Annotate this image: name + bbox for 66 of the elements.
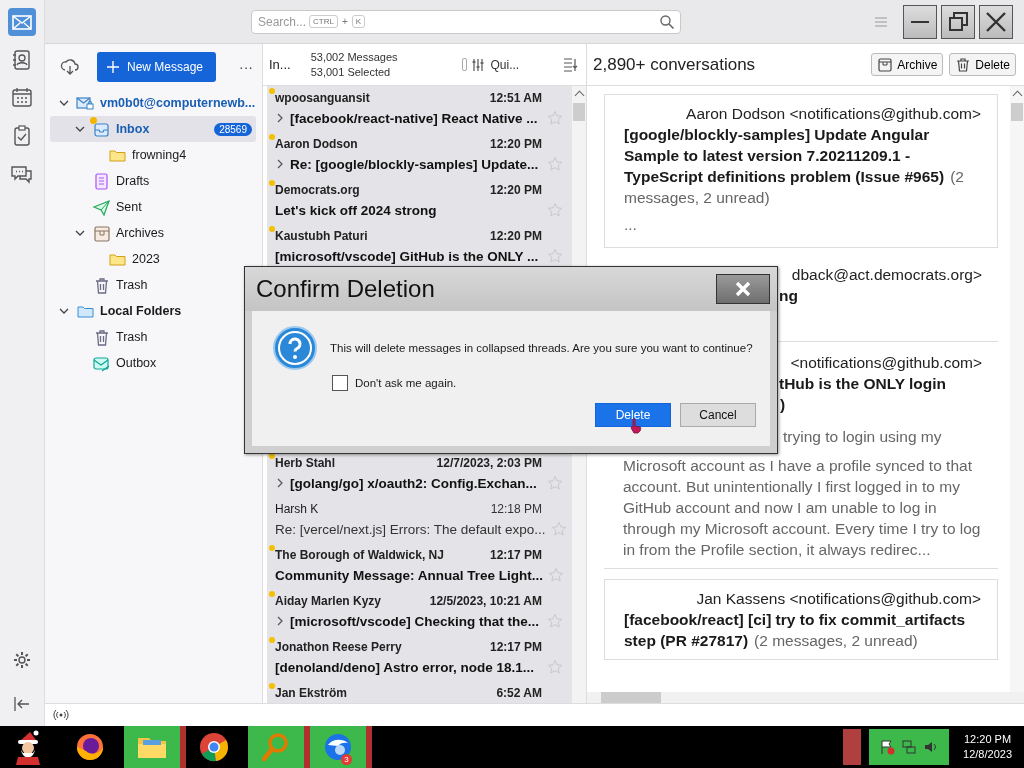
message-count: 53,002 Messages	[310, 49, 398, 65]
message-subject: [microsoft/vscode] GitHub is the ONLY ...	[275, 248, 540, 264]
message-sender: Harsh K	[275, 501, 320, 516]
folder-name: Inbox	[116, 122, 150, 136]
plus-sign: +	[341, 16, 348, 27]
shortcut-key: K	[351, 15, 366, 28]
message-preview: ...	[624, 215, 638, 235]
message-date: 6:52 AM	[496, 685, 542, 700]
sender-address: Aaron Dodson <notifications@github.com>	[686, 105, 981, 122]
message-subject: Community Message: Annual Tree Light...	[275, 567, 544, 583]
message-date: 12:20 PM	[489, 182, 542, 197]
message-sender: Jan Ekström	[275, 685, 349, 700]
dialog-message: This will delete messages in collapsed threads. Are you sure you want to continue?	[330, 342, 753, 354]
unread-count: 28569	[214, 122, 252, 136]
conversation-subject: [facebook/react] [ci] try to fix commit_artifacts step (PR #27817) (2 messages, 2 unread)	[624, 610, 967, 651]
message-sender: Jonathon Reese Perry	[275, 639, 403, 654]
message-date: 12/5/2023, 10:21 AM	[429, 593, 542, 608]
notification-badge: 3	[341, 754, 352, 765]
message-date: 12:51 AM	[489, 90, 542, 105]
message-preview: trying to login using my	[783, 427, 942, 447]
sender-address: Jan Kassens <notifications@github.com>	[696, 590, 981, 607]
message-subject: Re: [vercel/next.js] Errors: The default expo...	[275, 521, 546, 537]
message-sender: Kaustubh Paturi	[275, 228, 369, 243]
message-sender: Herb Stahl	[275, 455, 336, 470]
conversation-subject: tHub is the ONLY login	[779, 374, 947, 394]
folder-name: Archives	[116, 226, 164, 240]
shortcut-key: CTRL	[309, 15, 338, 28]
folder-name: Drafts	[116, 174, 150, 188]
sender-address: <notifications@github.com>	[790, 354, 982, 371]
message-date: 12:17 PM	[489, 639, 542, 654]
folder-name: Sent	[116, 200, 142, 214]
folder-name: 2023	[132, 252, 160, 266]
message-subject: Let's kick off 2024 strong	[275, 202, 438, 218]
message-sender: Aaron Dodson	[275, 136, 359, 151]
folder-name: Trash	[116, 330, 148, 344]
checkbox-label: Don't ask me again.	[355, 377, 457, 389]
message-sender: Democrats.org	[275, 182, 361, 197]
conversation-subject: ng	[779, 286, 798, 306]
message-date: 12:20 PM	[489, 136, 542, 151]
message-date: 12:18 PM	[490, 501, 542, 516]
dialog-title: Confirm Deletion	[256, 275, 435, 303]
folder-name: frowning4	[132, 148, 187, 162]
message-date: 12:17 PM	[489, 547, 542, 562]
message-subject: [golang/go] x/oauth2: Config.Exchan...	[290, 475, 538, 491]
message-sender: wpoosanguansit	[275, 90, 371, 105]
message-sender: The Borough of Waldwick, NJ	[275, 547, 445, 562]
message-date: 12:20 PM	[489, 228, 542, 243]
sender-address: dback@act.democrats.org>	[791, 266, 982, 283]
folder-name: vm0b0t@computernewb...	[100, 96, 256, 110]
folder-name: Trash	[116, 278, 148, 292]
message-subject: [facebook/react-native] React Native ...	[290, 110, 539, 126]
clock-date: 12/8/2023	[963, 747, 1012, 762]
conversation-count: 2,890+ conversations	[593, 54, 756, 75]
message-subject: Re: [google/blockly-samples] Update...	[290, 156, 540, 172]
folder-title: In...	[269, 57, 291, 72]
conversation-subject: [google/blockly-samples] Update Angular Sample to latest version 7.20211209.1 - TypeScript definitions problem (Issue #965) (2 messages, 2 unread)	[624, 125, 965, 208]
message-subject: [denoland/deno] Astro error, node 18.1...	[275, 659, 536, 675]
folder-name: Outbox	[116, 356, 157, 370]
clock-time: 12:20 PM	[964, 732, 1012, 747]
conversation-subject: )	[780, 395, 786, 415]
selected-count: 53,001 Selected	[310, 64, 392, 80]
message-sender: Aiday Marlen Kyzy	[275, 593, 383, 608]
message-subject: [microsoft/vscode] Checking that the...	[290, 613, 541, 629]
message-date: 12/7/2023, 2:03 PM	[436, 455, 542, 470]
message-preview: Microsoft account as I have a profile synced to that account. But unintentionally I first logged in to my GitHub account and now I am unable to log in through my Microsoft account. Every time I try to log in from the Profile section, it always redirec...	[623, 456, 982, 560]
folder-name: Local Folders	[100, 304, 182, 318]
